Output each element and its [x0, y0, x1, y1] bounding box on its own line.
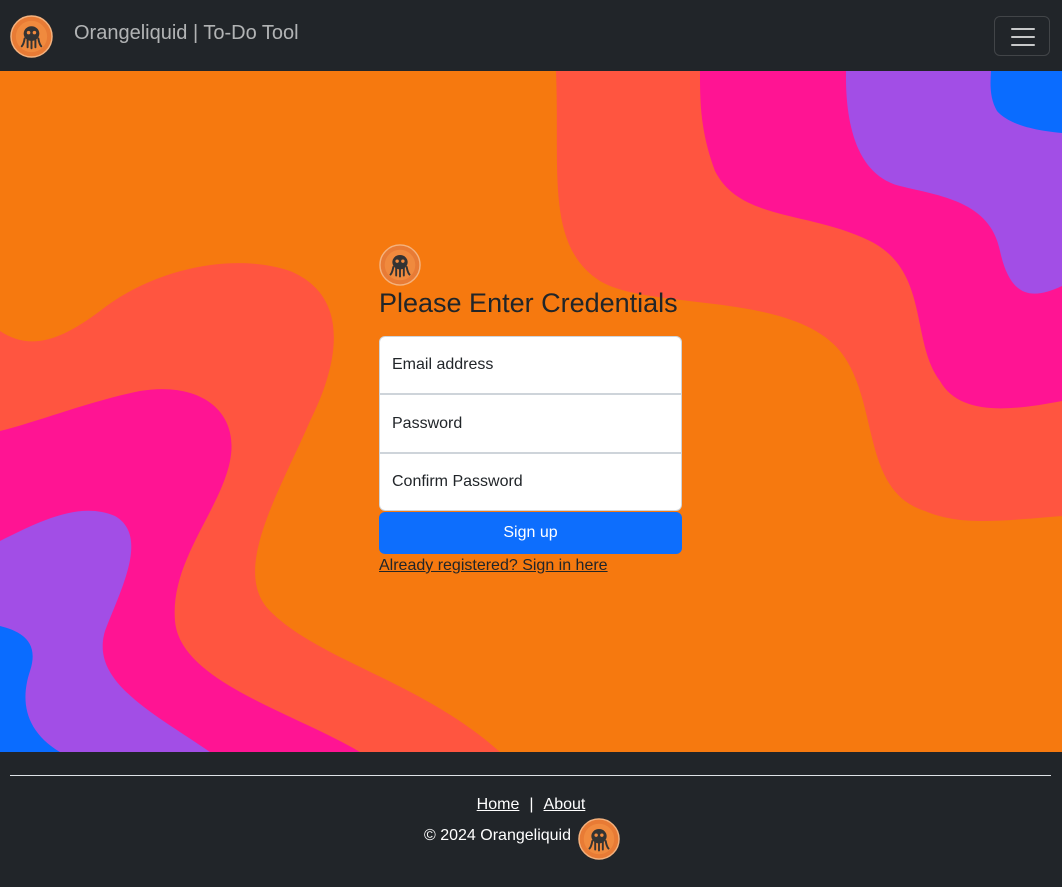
hero-background: Please Enter Credentials Email address P…: [0, 71, 1062, 752]
octopus-logo-icon: [379, 244, 421, 286]
navbar: Orangeliquid | To-Do Tool: [0, 0, 1062, 71]
octopus-logo-icon[interactable]: [10, 15, 53, 58]
navbar-brand[interactable]: Orangeliquid | To-Do Tool: [74, 22, 299, 45]
octopus-logo-icon: [578, 818, 620, 860]
sign-in-link[interactable]: Already registered? Sign in here: [379, 557, 608, 575]
password-field[interactable]: Password: [379, 394, 682, 453]
about-link[interactable]: About: [544, 796, 586, 813]
email-field[interactable]: Email address: [379, 336, 682, 394]
copyright-text: © 2024 Orangeliquid: [424, 827, 571, 844]
sign-up-button[interactable]: Sign up: [379, 512, 682, 554]
hamburger-line: [1011, 36, 1035, 38]
hamburger-line: [1011, 44, 1035, 46]
confirm-password-field[interactable]: Confirm Password: [379, 453, 682, 511]
footer: Home | About © 2024 Orangeliquid: [0, 752, 1062, 887]
hamburger-menu-icon: [1011, 28, 1035, 30]
home-link[interactable]: Home: [477, 796, 520, 813]
password-placeholder: Password: [392, 414, 463, 432]
confirm-password-placeholder: Confirm Password: [392, 473, 523, 490]
form-heading: Please Enter Credentials: [379, 288, 678, 318]
footer-links: Home | About: [0, 796, 1062, 814]
hamburger-menu-button[interactable]: [994, 16, 1050, 56]
email-placeholder: Email address: [392, 356, 494, 373]
footer-divider: [10, 775, 1051, 776]
footer-separator: |: [529, 796, 534, 813]
